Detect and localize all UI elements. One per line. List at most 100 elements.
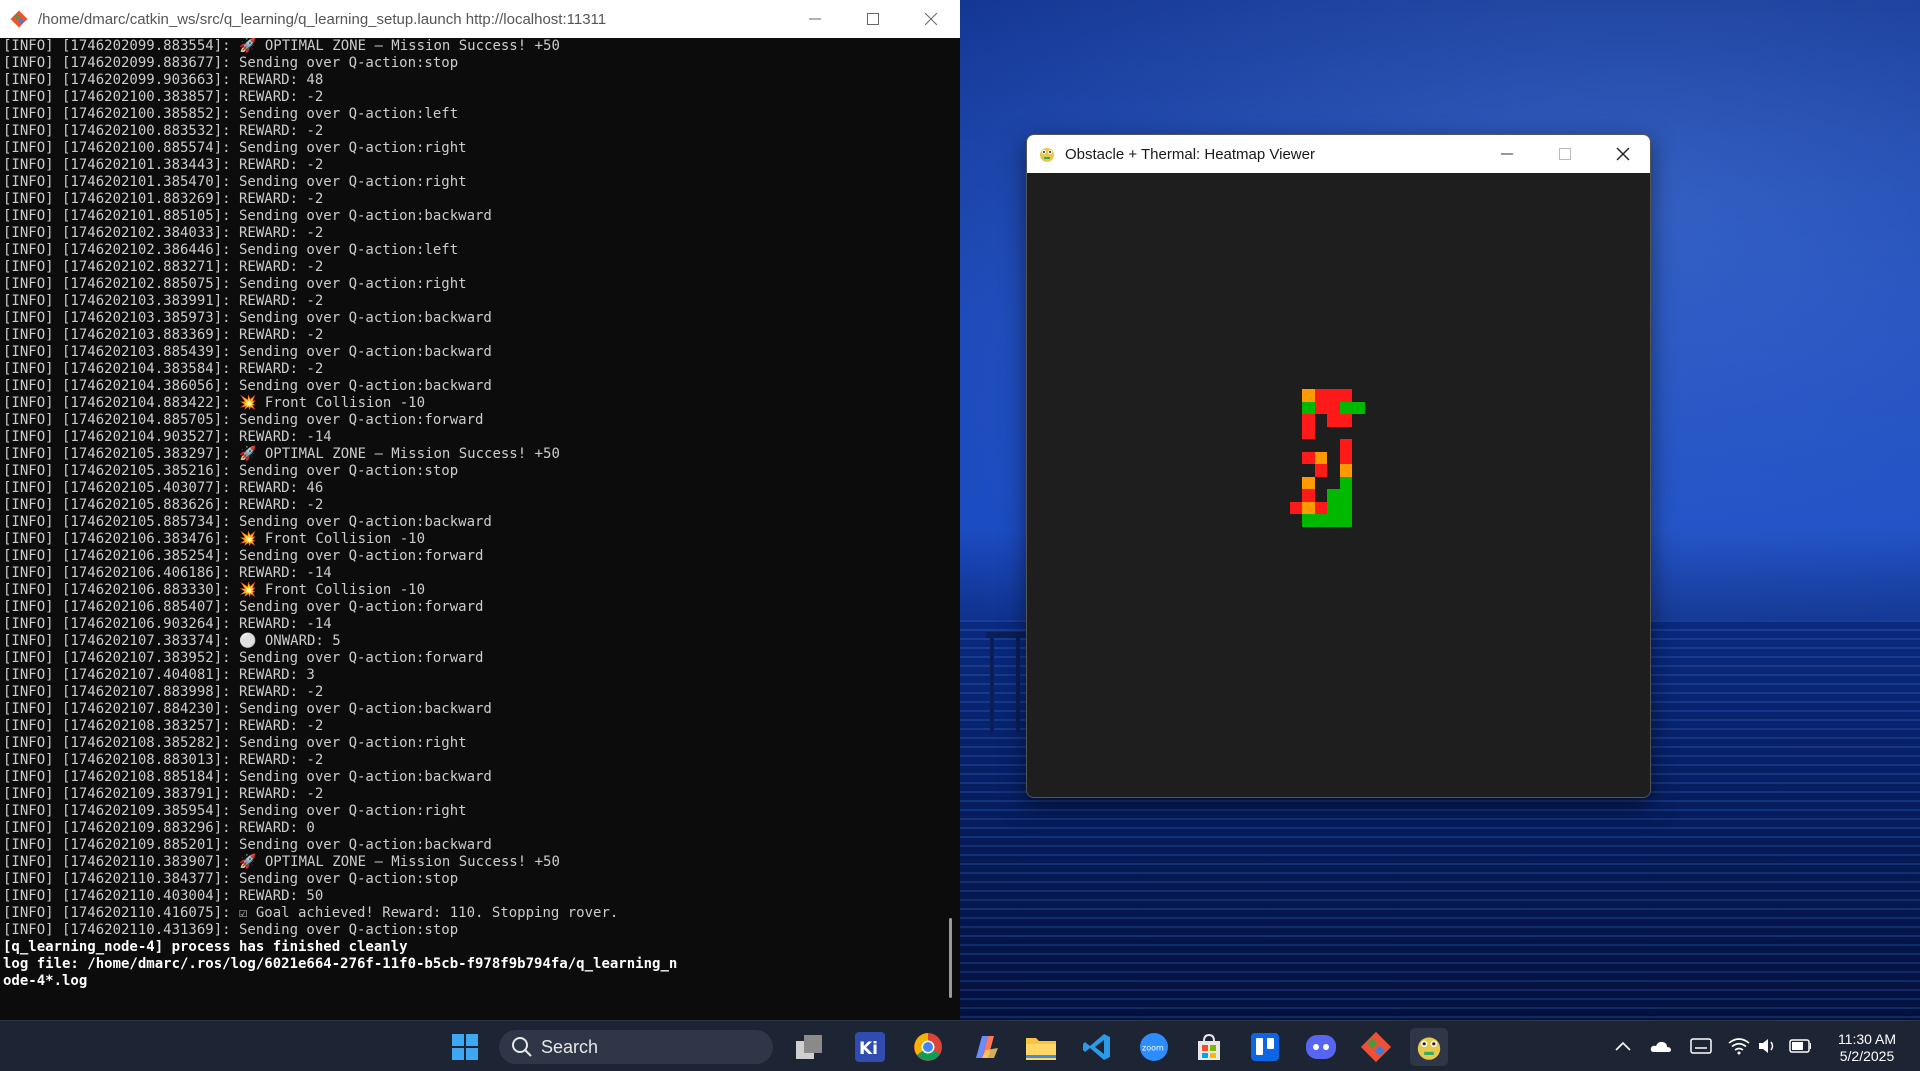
- kicad-icon: Ki: [855, 1032, 885, 1062]
- terminal-titlebar[interactable]: /home/dmarc/catkin_ws/src/q_learning/q_l…: [0, 0, 960, 38]
- log-line: [INFO] [1746202099.883677]: Sending over…: [3, 55, 459, 71]
- task-view-icon: [796, 1035, 822, 1059]
- wifi-button[interactable]: [1728, 1035, 1750, 1057]
- log-line: [INFO] [1746202107.404081]: REWARD: 3: [3, 667, 315, 683]
- python-icon: [1417, 1037, 1441, 1060]
- heatmap-cell-red: [1339, 451, 1352, 464]
- heatmap-viewer-window[interactable]: Obstacle + Thermal: Heatmap Viewer: [1026, 134, 1651, 798]
- log-line: [INFO] [1746202106.885407]: Sending over…: [3, 599, 484, 615]
- heatmap-cell-green: [1339, 401, 1352, 414]
- terminal-scrollbar[interactable]: [944, 38, 960, 1020]
- close-icon: [1616, 147, 1630, 161]
- log-line: [INFO] [1746202103.383991]: REWARD: -2: [3, 293, 324, 309]
- python-button[interactable]: [1410, 1028, 1448, 1066]
- log-line: [INFO] [1746202102.885075]: Sending over…: [3, 276, 467, 292]
- volume-button[interactable]: [1757, 1035, 1779, 1057]
- keyboard-button[interactable]: [1690, 1035, 1712, 1057]
- minimize-button[interactable]: [786, 0, 844, 38]
- viewer-titlebar[interactable]: Obstacle + Thermal: Heatmap Viewer: [1027, 135, 1650, 173]
- heatmap-cell-green: [1327, 514, 1340, 527]
- log-line: [INFO] [1746202103.883369]: REWARD: -2: [3, 327, 324, 343]
- zoom-button[interactable]: zoom: [1135, 1028, 1173, 1066]
- log-line: [INFO] [1746202099.883554]: 🚀 OPTIMAL ZO…: [3, 38, 560, 54]
- keyboard-icon: [1690, 1038, 1712, 1054]
- onedrive-icon: [1650, 1041, 1671, 1052]
- git-button[interactable]: [1357, 1028, 1395, 1066]
- start-button[interactable]: [446, 1028, 484, 1066]
- log-line: [INFO] [1746202108.383257]: REWARD: -2: [3, 718, 324, 734]
- log-line: [INFO] [1746202102.386446]: Sending over…: [3, 242, 459, 258]
- log-line: [INFO] [1746202100.385852]: Sending over…: [3, 106, 459, 122]
- battery-button[interactable]: [1789, 1035, 1811, 1057]
- minimize-icon: [809, 18, 821, 20]
- chrome-icon: [914, 1033, 942, 1061]
- log-line: [INFO] [1746202107.883998]: REWARD: -2: [3, 684, 324, 700]
- log-line: [INFO] [1746202104.383584]: REWARD: -2: [3, 361, 324, 377]
- terminal-window[interactable]: /home/dmarc/catkin_ws/src/q_learning/q_l…: [0, 0, 960, 1020]
- viewer-minimize-button[interactable]: [1478, 135, 1536, 173]
- heatmap-canvas[interactable]: [1027, 173, 1650, 797]
- show-hidden-icons-button[interactable]: [1612, 1035, 1634, 1057]
- close-icon: [925, 13, 937, 25]
- copilot-button[interactable]: [966, 1028, 1004, 1066]
- discord-button[interactable]: [1302, 1028, 1340, 1066]
- chrome-button[interactable]: [909, 1028, 947, 1066]
- ms-store-button[interactable]: [1190, 1028, 1228, 1066]
- heatmap-cell-red: [1339, 389, 1352, 402]
- viewer-title: Obstacle + Thermal: Heatmap Viewer: [1065, 145, 1315, 163]
- svg-text:Ki: Ki: [859, 1039, 878, 1059]
- kicad-button[interactable]: Ki: [851, 1028, 889, 1066]
- log-line: [INFO] [1746202102.384033]: REWARD: -2: [3, 225, 324, 241]
- file-explorer-button[interactable]: [1022, 1028, 1060, 1066]
- heatmap-cell-green: [1314, 514, 1327, 527]
- trello-button[interactable]: [1246, 1028, 1284, 1066]
- log-line: [INFO] [1746202109.383791]: REWARD: -2: [3, 786, 324, 802]
- taskbar-search[interactable]: Search: [499, 1030, 773, 1064]
- trello-icon: [1251, 1033, 1279, 1061]
- terminal-output[interactable]: [INFO] [1746202099.883554]: 🚀 OPTIMAL ZO…: [0, 38, 945, 1020]
- heatmap-cell-green: [1339, 501, 1352, 514]
- viewer-close-button[interactable]: [1594, 135, 1650, 173]
- scrollbar-thumb[interactable]: [949, 918, 952, 998]
- log-line: [INFO] [1746202106.406186]: REWARD: -14: [3, 565, 332, 581]
- log-line: [INFO] [1746202105.383297]: 🚀 OPTIMAL ZO…: [3, 446, 560, 462]
- log-line: [INFO] [1746202106.903264]: REWARD: -14: [3, 616, 332, 632]
- log-line: [INFO] [1746202110.384377]: Sending over…: [3, 871, 459, 887]
- copilot-icon: [976, 1036, 998, 1058]
- log-line: [INFO] [1746202099.903663]: REWARD: 48: [3, 72, 324, 88]
- heatmap-cell-green: [1339, 514, 1352, 527]
- log-line: [INFO] [1746202108.385282]: Sending over…: [3, 735, 467, 751]
- discord-icon: [1306, 1035, 1336, 1059]
- log-line: [INFO] [1746202101.885105]: Sending over…: [3, 208, 492, 224]
- start-icon: [452, 1034, 478, 1060]
- log-line: [INFO] [1746202105.385216]: Sending over…: [3, 463, 459, 479]
- heatmap-cell-red: [1339, 414, 1352, 427]
- heatmap-cell-green: [1327, 501, 1340, 514]
- vscode-icon: [1083, 1034, 1110, 1060]
- git-icon: [1360, 1031, 1392, 1063]
- log-line: [INFO] [1746202108.883013]: REWARD: -2: [3, 752, 324, 768]
- viewer-maximize-button[interactable]: [1536, 135, 1594, 173]
- log-line: [INFO] [1746202103.385973]: Sending over…: [3, 310, 492, 326]
- heatmap-cell-red: [1314, 389, 1327, 402]
- heatmap-cell-red: [1302, 451, 1315, 464]
- volume-icon: [1759, 1039, 1774, 1053]
- vscode-button[interactable]: [1078, 1028, 1116, 1066]
- log-line: [INFO] [1746202107.383374]: ⚪ ONWARD: 5: [3, 633, 341, 649]
- taskbar-clock[interactable]: 11:30 AM 5/2/2025: [1822, 1031, 1912, 1065]
- search-icon: [512, 1037, 532, 1057]
- heatmap-cell-green: [1352, 401, 1365, 414]
- maximize-button[interactable]: [844, 0, 902, 38]
- log-line: [INFO] [1746202109.385954]: Sending over…: [3, 803, 467, 819]
- log-line: [INFO] [1746202104.885705]: Sending over…: [3, 412, 484, 428]
- log-line: [INFO] [1746202108.885184]: Sending over…: [3, 769, 492, 785]
- heatmap-cell-red: [1314, 464, 1327, 477]
- file-explorer-icon: [1026, 1038, 1056, 1060]
- heatmap-cell-orange: [1339, 464, 1352, 477]
- heatmap-cell-green: [1327, 489, 1340, 502]
- taskbar: Search Ki zoom 11:30 AM 5/2/2025: [0, 1020, 1920, 1071]
- onedrive-button[interactable]: [1650, 1035, 1672, 1057]
- task-view-button[interactable]: [790, 1028, 828, 1066]
- close-button[interactable]: [902, 0, 960, 38]
- svg-text:zoom: zoom: [1142, 1044, 1164, 1053]
